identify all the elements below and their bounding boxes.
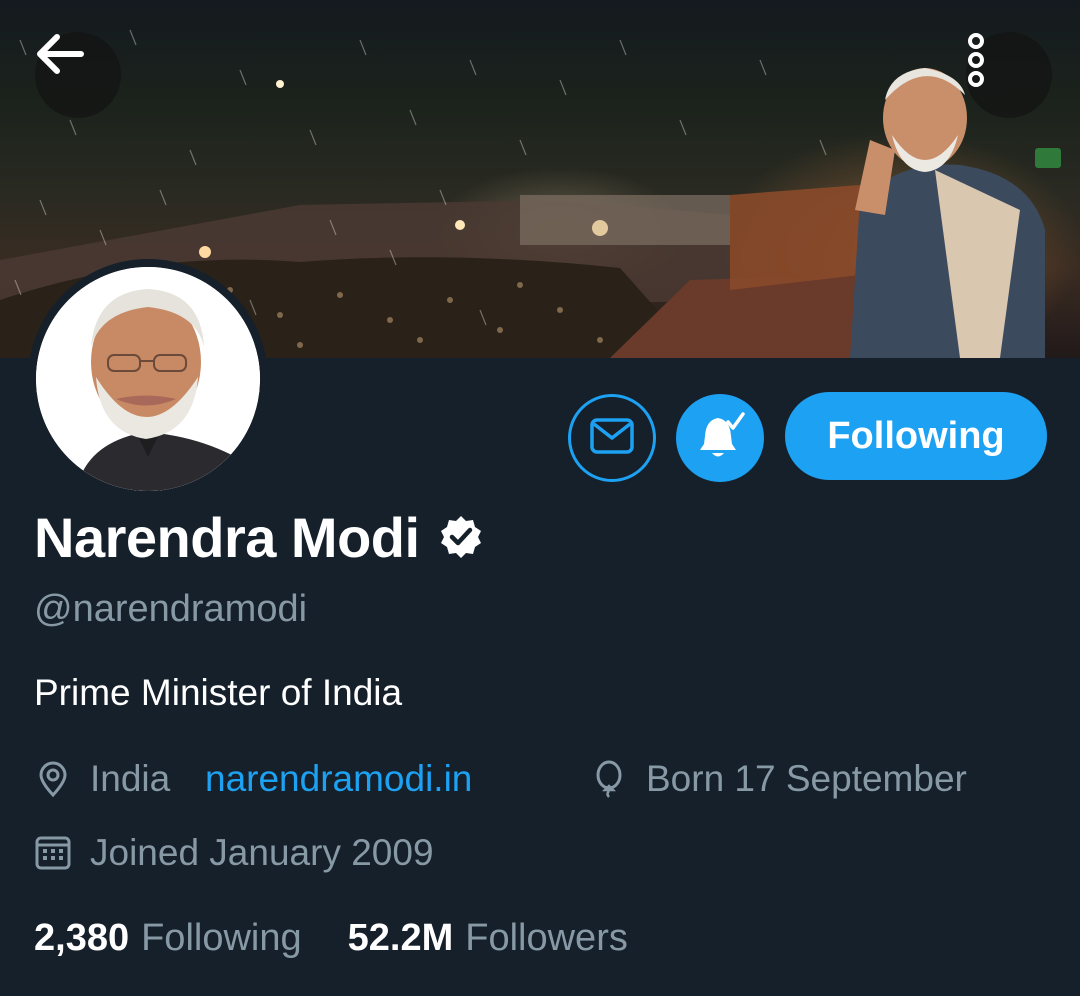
location-pin-icon	[34, 760, 72, 798]
location-text: India	[90, 758, 171, 799]
avatar[interactable]	[28, 259, 268, 499]
display-name: Narendra Modi	[34, 506, 420, 569]
birthday-text: Born 17 September	[646, 758, 967, 799]
location: India	[34, 758, 170, 800]
birthday: Born 17 September	[590, 758, 967, 800]
bell-check-icon	[694, 410, 746, 467]
avatar-image	[36, 267, 260, 491]
profile-name-row: Narendra Modi	[34, 505, 484, 570]
more-options-button[interactable]	[966, 32, 1052, 118]
profile-page: Following Narendra Modi @narendramodi Pr…	[0, 0, 1080, 996]
balloon-icon	[590, 760, 628, 798]
following-count: 2,380	[34, 917, 130, 959]
website-link[interactable]: narendramodi.in	[205, 758, 472, 800]
following-label: Following	[141, 917, 302, 959]
bio: Prime Minister of India	[34, 672, 403, 713]
followers-label: Followers	[465, 917, 628, 959]
envelope-icon	[590, 417, 634, 459]
calendar-icon	[34, 834, 72, 872]
handle: @narendramodi	[34, 588, 308, 630]
notifications-button[interactable]	[676, 394, 764, 482]
following-button[interactable]: Following	[785, 392, 1047, 480]
follow-stats: 2,380 Following 52.2M Followers	[34, 917, 628, 960]
back-button[interactable]	[35, 32, 121, 118]
followers-count: 52.2M	[347, 917, 454, 959]
verified-badge-icon	[438, 514, 484, 565]
join-date-text: Joined January 2009	[90, 832, 434, 873]
message-button[interactable]	[568, 394, 656, 482]
following-count-link[interactable]: 2,380 Following	[34, 917, 302, 960]
followers-count-link[interactable]: 52.2M Followers	[348, 917, 628, 960]
join-date: Joined January 2009	[34, 832, 434, 874]
